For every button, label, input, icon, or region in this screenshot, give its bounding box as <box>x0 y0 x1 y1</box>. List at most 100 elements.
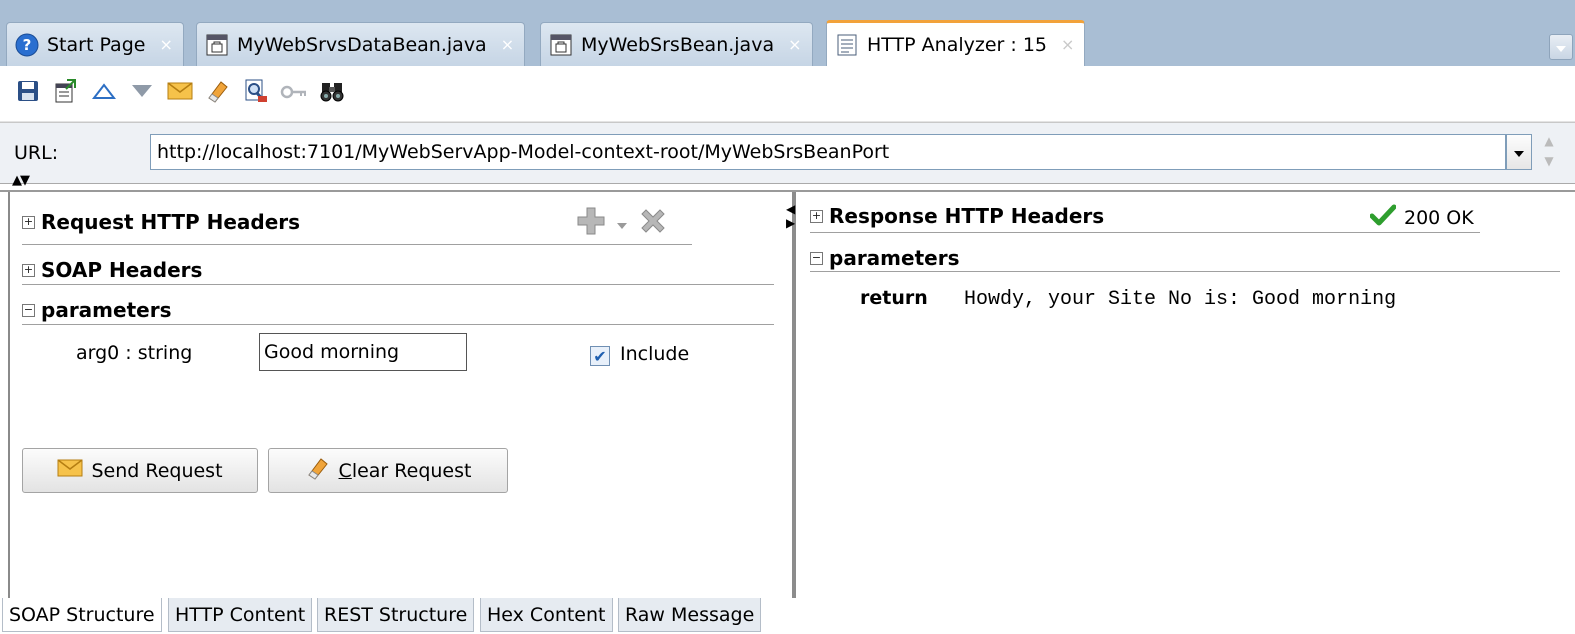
collapse-right-icon: ▶ <box>786 216 796 230</box>
send-request-label: Send Request <box>91 459 223 482</box>
help-icon: ? <box>15 33 39 57</box>
collapse-minus-icon[interactable]: − <box>810 251 823 265</box>
checkmark-icon: ✔ <box>593 346 607 366</box>
clear-toolbar-button[interactable] <box>202 78 234 110</box>
expand-plus-icon[interactable]: + <box>22 215 35 229</box>
tab-label: REST Structure <box>324 603 468 626</box>
tab-label: HTTP Content <box>175 603 306 626</box>
tab-hex-content[interactable]: Hex Content <box>480 598 613 632</box>
tab-http-content[interactable]: HTTP Content <box>168 598 313 632</box>
analyzer-main: + Request HTTP Headers + SOAP Headers − … <box>0 190 1575 598</box>
url-bar: URL: ▲ ▼ <box>0 122 1575 184</box>
find-button[interactable] <box>316 78 348 110</box>
close-icon[interactable]: × <box>1061 35 1074 54</box>
url-history-dropdown[interactable] <box>1506 134 1532 170</box>
preview-button[interactable] <box>240 78 272 110</box>
status-text: 200 OK <box>1404 206 1474 229</box>
tab-rest-structure[interactable]: REST Structure <box>317 598 475 632</box>
split-toggle[interactable]: ▲▼ <box>12 173 30 188</box>
send-request-button[interactable]: Send Request <box>22 448 258 493</box>
section-title: Response HTTP Headers <box>829 204 1105 228</box>
tab-soap-structure[interactable]: SOAP Structure <box>2 598 162 632</box>
analyzer-toolbar <box>0 66 1575 122</box>
divider <box>22 324 774 325</box>
label-rest: lear Request <box>351 459 472 482</box>
collapse-minus-icon[interactable]: − <box>22 303 35 317</box>
collapse-left-icon: ◀ <box>786 202 796 216</box>
expand-plus-icon[interactable]: + <box>22 263 35 277</box>
close-icon[interactable]: × <box>788 35 801 54</box>
response-pane: + Response HTTP Headers 200 OK − paramet… <box>796 192 1575 598</box>
mail-icon <box>167 81 193 106</box>
divider <box>22 284 774 285</box>
section-title: Request HTTP Headers <box>41 210 301 234</box>
clear-request-button[interactable]: Clear Request <box>268 448 508 493</box>
tab-mywebsrvsdatabean[interactable]: MyWebSrvsDataBean.java × <box>196 22 526 66</box>
export-icon <box>53 78 79 109</box>
request-parameters-section[interactable]: − parameters <box>22 298 171 322</box>
tab-list-dropdown[interactable] <box>1549 34 1573 60</box>
divider <box>810 271 1560 272</box>
section-title: SOAP Headers <box>41 258 203 282</box>
soap-headers-section[interactable]: + SOAP Headers <box>22 258 202 282</box>
chevron-down-icon <box>1513 141 1525 163</box>
collapse-down-icon: ▼ <box>20 173 30 188</box>
mnemonic: C <box>338 459 352 482</box>
param-name-label: arg0 : string <box>76 342 193 364</box>
eraser-icon <box>305 455 331 486</box>
binoculars-icon <box>319 79 345 108</box>
eraser-icon <box>205 78 231 109</box>
url-input[interactable] <box>150 134 1506 170</box>
param-value-input[interactable] <box>259 333 467 371</box>
url-spinner[interactable]: ▲ ▼ <box>1538 131 1560 173</box>
tab-label: HTTP Analyzer : 15 <box>867 33 1047 56</box>
mail-icon <box>57 458 83 483</box>
spin-down-icon: ▼ <box>1544 154 1554 168</box>
spin-up-icon: ▲ <box>1544 134 1554 148</box>
remove-header-button[interactable] <box>638 206 668 241</box>
tab-mywebsrsbean[interactable]: MyWebSrsBean.java × <box>540 22 813 66</box>
move-up-button[interactable] <box>88 78 120 110</box>
send-toolbar-button[interactable] <box>164 78 196 110</box>
move-down-button[interactable] <box>126 78 158 110</box>
tab-raw-message[interactable]: Raw Message <box>618 598 762 632</box>
include-checkbox[interactable]: ✔ <box>590 346 610 366</box>
add-header-button[interactable] <box>576 206 606 241</box>
include-label: Include <box>620 343 690 365</box>
tab-label: Start Page <box>47 33 146 56</box>
save-button[interactable] <box>12 78 44 110</box>
close-icon[interactable]: × <box>159 35 172 54</box>
export-button[interactable] <box>50 78 82 110</box>
status-badge: 200 OK <box>1369 204 1474 231</box>
tab-http-analyzer[interactable]: HTTP Analyzer : 15 × <box>826 20 1086 66</box>
java-file-icon <box>549 33 573 57</box>
save-icon <box>16 79 40 108</box>
section-title: parameters <box>41 298 172 322</box>
splitter-arrows[interactable]: ◀ ▶ <box>786 202 796 230</box>
header-actions <box>576 206 668 241</box>
clear-request-label: Clear Request <box>339 460 472 482</box>
chevron-down-icon <box>1555 36 1567 58</box>
java-file-icon <box>205 33 229 57</box>
up-icon <box>91 81 117 106</box>
tab-label: Hex Content <box>487 603 606 626</box>
response-parameters-section[interactable]: − parameters <box>810 246 959 270</box>
return-value: Howdy, your Site No is: Good morning <box>964 288 1397 311</box>
plus-icon <box>577 207 605 235</box>
expand-up-icon: ▲ <box>12 173 22 188</box>
expand-plus-icon[interactable]: + <box>810 209 823 223</box>
response-http-headers-section[interactable]: + Response HTTP Headers <box>810 204 1104 228</box>
tab-start-page[interactable]: ? Start Page × <box>6 22 184 66</box>
tab-label: SOAP Structure <box>9 603 155 626</box>
section-title: parameters <box>829 246 960 270</box>
tab-label: Raw Message <box>625 603 755 626</box>
add-header-dropdown[interactable] <box>616 213 628 235</box>
credentials-button[interactable] <box>278 78 310 110</box>
tab-label: MyWebSrvsDataBean.java <box>237 33 487 56</box>
document-icon <box>835 33 859 57</box>
down-icon <box>130 81 154 106</box>
preview-icon <box>243 78 269 109</box>
request-http-headers-section[interactable]: + Request HTTP Headers <box>22 210 300 234</box>
key-icon <box>280 83 308 105</box>
close-icon[interactable]: × <box>501 35 514 54</box>
